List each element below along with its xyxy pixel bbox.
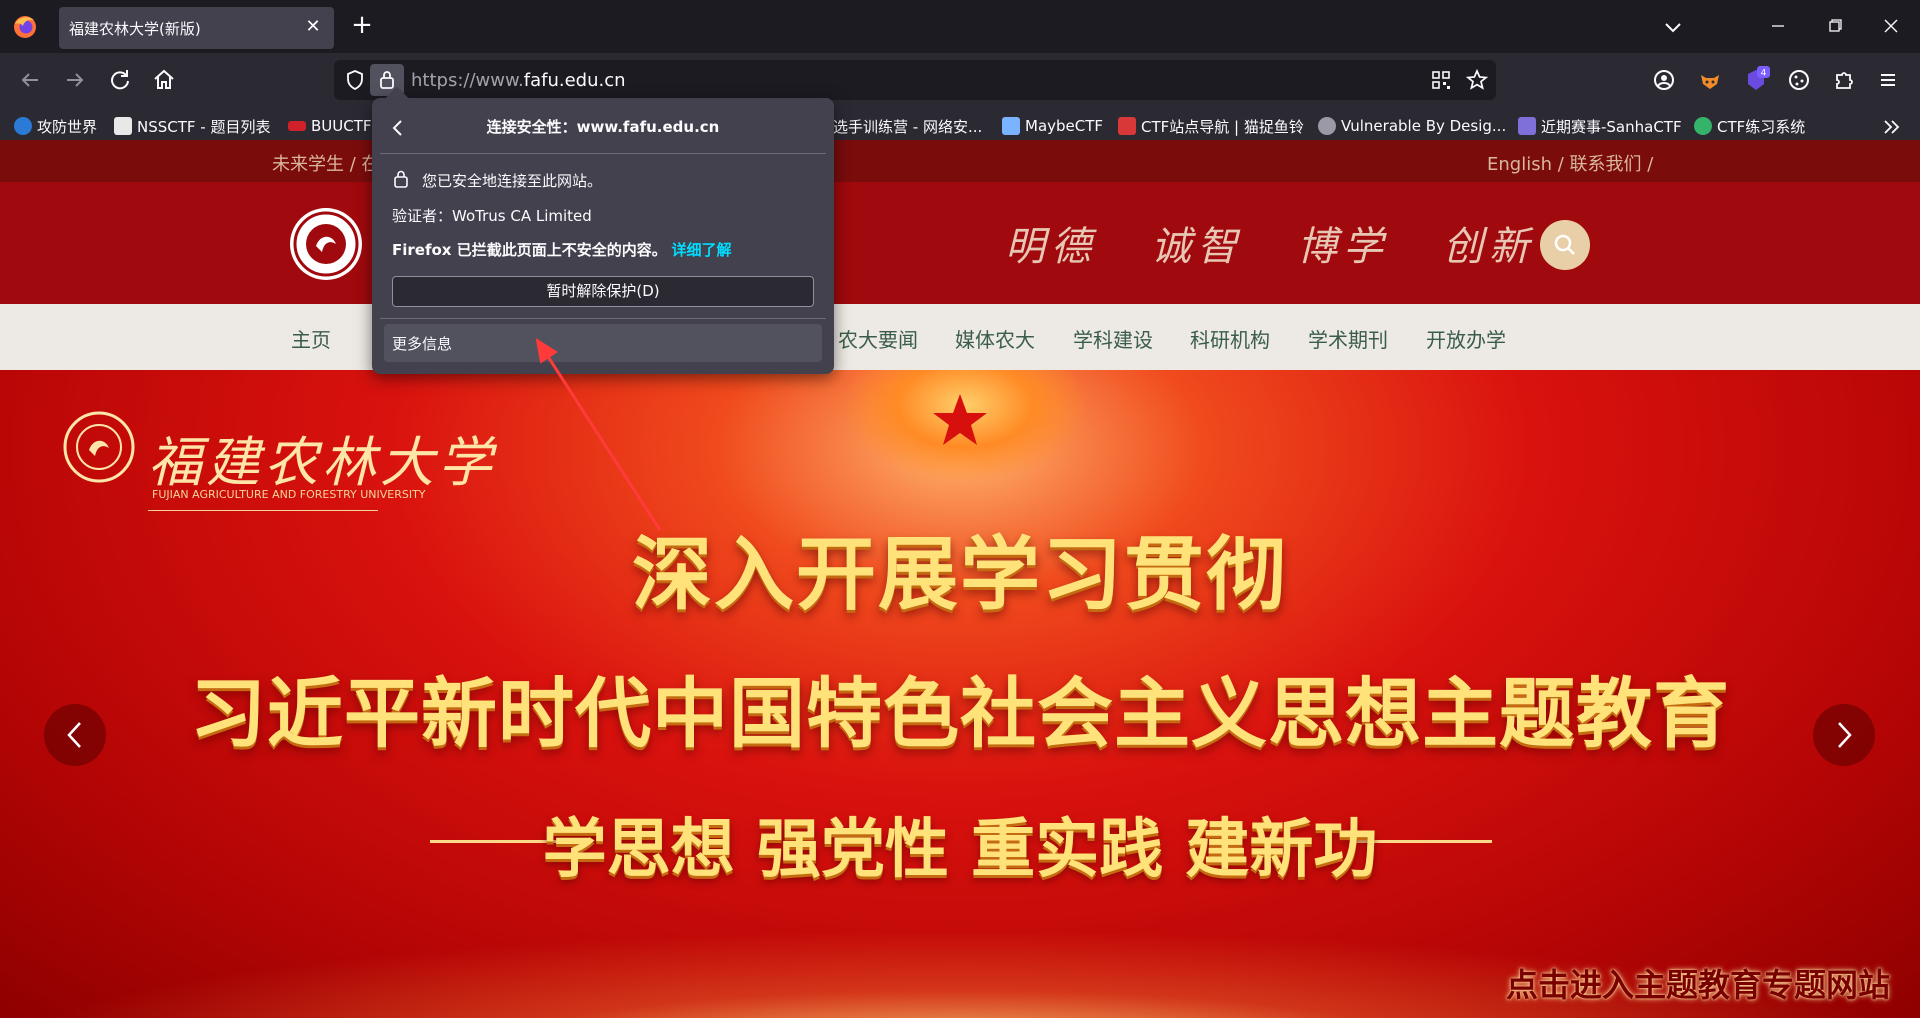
- star-icon: [933, 394, 987, 445]
- site-search-button[interactable]: [1540, 220, 1590, 270]
- chevron-right-icon: [1838, 722, 1852, 748]
- bookmark-item[interactable]: CTF站点导航 | 猫捉鱼铃: [1118, 112, 1304, 140]
- restore-icon[interactable]: [1817, 10, 1853, 42]
- bookmark-item[interactable]: MaybeCTF: [1002, 112, 1103, 140]
- banner-headline-2: 习近平新时代中国特色社会主义思想主题教育: [190, 669, 1730, 758]
- web-page: 未来学生 / 在 English / 联系我们 / 明德 诚智 博学 创新 主页…: [0, 140, 1920, 1018]
- bookmark-favicon-icon: [14, 117, 32, 135]
- site-header: 明德 诚智 博学 创新: [0, 182, 1920, 304]
- menu-item-research[interactable]: 科研机构: [1190, 324, 1270, 353]
- hero-banner[interactable]: 福建农林大学 FUJIAN AGRICULTURE AND FORESTRY U…: [0, 370, 1920, 1018]
- extension-badge-count: 4: [1761, 69, 1767, 79]
- bookmark-item[interactable]: Vulnerable By Desig...: [1318, 112, 1506, 140]
- bookmark-item[interactable]: 近期赛事-SanhaCTF: [1518, 112, 1682, 140]
- panel-title: 连接安全性：www.fafu.edu.cn: [486, 118, 720, 136]
- tab-active[interactable]: 福建农林大学(新版) ✕: [59, 7, 334, 49]
- carousel-next-button[interactable]: [1813, 704, 1875, 766]
- bookmark-favicon-icon: [1694, 117, 1712, 135]
- school-motto: 明德 诚智 博学 创新: [1005, 214, 1535, 272]
- home-icon[interactable]: [150, 66, 178, 94]
- back-icon[interactable]: [16, 66, 44, 94]
- menu-item-home[interactable]: 主页: [291, 324, 331, 353]
- tab-close-icon[interactable]: ✕: [302, 16, 324, 38]
- bookmarks-overflow-chevron-icon[interactable]: [1880, 116, 1904, 138]
- bookmark-favicon-icon: [288, 121, 306, 131]
- url-prefix: https://www.: [411, 70, 524, 91]
- firefox-logo-icon[interactable]: [12, 14, 38, 40]
- menu-item-media[interactable]: 媒体农大: [955, 324, 1035, 353]
- top-links-right[interactable]: English / 联系我们 /: [1487, 150, 1653, 176]
- tab-title: 福建农林大学(新版): [69, 20, 201, 38]
- connection-security-panel: 连接安全性：www.fafu.edu.cn 您已安全地连接至此网站。 验证者：W…: [372, 86, 834, 374]
- more-information-button[interactable]: 更多信息: [384, 324, 822, 362]
- url-bar[interactable]: https://www.fafu.edu.cn: [334, 60, 1496, 100]
- url-text[interactable]: https://www.fafu.edu.cn: [411, 70, 626, 91]
- list-all-tabs-icon[interactable]: [1660, 14, 1686, 40]
- verifier-text: 验证者：WoTrus CA Limited: [392, 207, 592, 225]
- reload-icon[interactable]: [106, 66, 134, 94]
- disable-protection-button[interactable]: 暂时解除保护(D): [392, 276, 814, 307]
- fox-extension-icon[interactable]: [1696, 66, 1724, 94]
- tracking-protection-shield-icon[interactable]: [344, 69, 366, 91]
- search-icon: [1554, 234, 1575, 255]
- app-menu-icon[interactable]: [1874, 66, 1902, 94]
- forward-icon[interactable]: [61, 66, 89, 94]
- menu-item-open-education[interactable]: 开放办学: [1426, 324, 1506, 353]
- chevron-left-icon: [67, 722, 81, 748]
- minimize-icon[interactable]: [1760, 10, 1796, 42]
- bookmark-star-icon[interactable]: [1465, 68, 1489, 92]
- bookmark-item[interactable]: BUUCTF: [288, 112, 372, 140]
- qr-code-icon[interactable]: [1430, 69, 1452, 91]
- new-tab-button[interactable]: +: [348, 12, 376, 40]
- bookmark-favicon-icon: [1002, 117, 1020, 135]
- menu-item-journals[interactable]: 学术期刊: [1308, 324, 1388, 353]
- banner-school-name: 福建农林大学: [148, 431, 496, 494]
- motto-word: 明德: [1005, 224, 1097, 270]
- topic-site-link[interactable]: 点击进入主题教育专题网站: [1506, 960, 1890, 1006]
- blocked-content-text: Firefox 已拦截此页面上不安全的内容。: [392, 241, 667, 259]
- bookmarks-toolbar: 攻防世界 NSSCTF - 题目列表 BUUCTF 选手训练营 - 网络安...…: [0, 108, 1920, 144]
- banner-headline-1: 深入开展学习贯彻: [632, 527, 1288, 621]
- menu-item-news[interactable]: 农大要闻: [838, 324, 918, 353]
- tab-bar: 福建农林大学(新版) ✕ +: [0, 0, 1920, 53]
- school-emblem-logo[interactable]: [288, 206, 364, 282]
- bookmark-favicon-icon: [1518, 117, 1536, 135]
- cookie-extension-icon[interactable]: [1785, 66, 1813, 94]
- banner-school-emblem: [63, 411, 135, 483]
- secure-connection-text: 您已安全地连接至此网站。: [422, 172, 603, 190]
- bookmark-item[interactable]: NSSCTF - 题目列表: [114, 112, 270, 140]
- carousel-prev-button[interactable]: [44, 704, 106, 766]
- bookmark-item[interactable]: 选手训练营 - 网络安...: [824, 112, 982, 140]
- more-information-label: 更多信息: [392, 335, 453, 353]
- bookmark-favicon-icon: [1318, 117, 1336, 135]
- account-icon[interactable]: [1650, 66, 1678, 94]
- main-menu: 主页 农大要闻 媒体农大 学科建设 科研机构 学术期刊 开放办学: [0, 304, 1920, 370]
- panel-separator: [380, 318, 826, 319]
- panel-separator: [380, 153, 826, 154]
- url-domain: fafu.edu.cn: [523, 70, 626, 91]
- bookmark-item[interactable]: CTF练习系统: [1694, 112, 1805, 140]
- learn-more-link[interactable]: 详细了解: [671, 241, 731, 259]
- motto-word: 博学: [1297, 224, 1389, 270]
- top-links-strip: 未来学生 / 在 English / 联系我们 /: [0, 140, 1920, 182]
- banner-school-name-en: FUJIAN AGRICULTURE AND FORESTRY UNIVERSI…: [152, 488, 426, 501]
- top-links-left[interactable]: 未来学生 / 在: [272, 150, 380, 176]
- banner-headline-3: 学思想 强党性 重实践 建新功: [542, 812, 1378, 887]
- bookmark-favicon-icon: [114, 117, 132, 135]
- secure-lock-icon: [394, 170, 408, 188]
- extensions-puzzle-icon[interactable]: [1830, 66, 1858, 94]
- badge-extension-icon[interactable]: 4: [1742, 66, 1770, 94]
- motto-word: 诚智: [1151, 224, 1243, 270]
- menu-item-disciplines[interactable]: 学科建设: [1073, 324, 1153, 353]
- close-window-icon[interactable]: [1873, 10, 1909, 42]
- bookmark-favicon-icon: [1118, 117, 1136, 135]
- blocked-content-row: Firefox 已拦截此页面上不安全的内容。 详细了解: [392, 239, 732, 260]
- motto-word: 创新: [1443, 224, 1535, 270]
- bookmark-item[interactable]: 攻防世界: [14, 112, 97, 140]
